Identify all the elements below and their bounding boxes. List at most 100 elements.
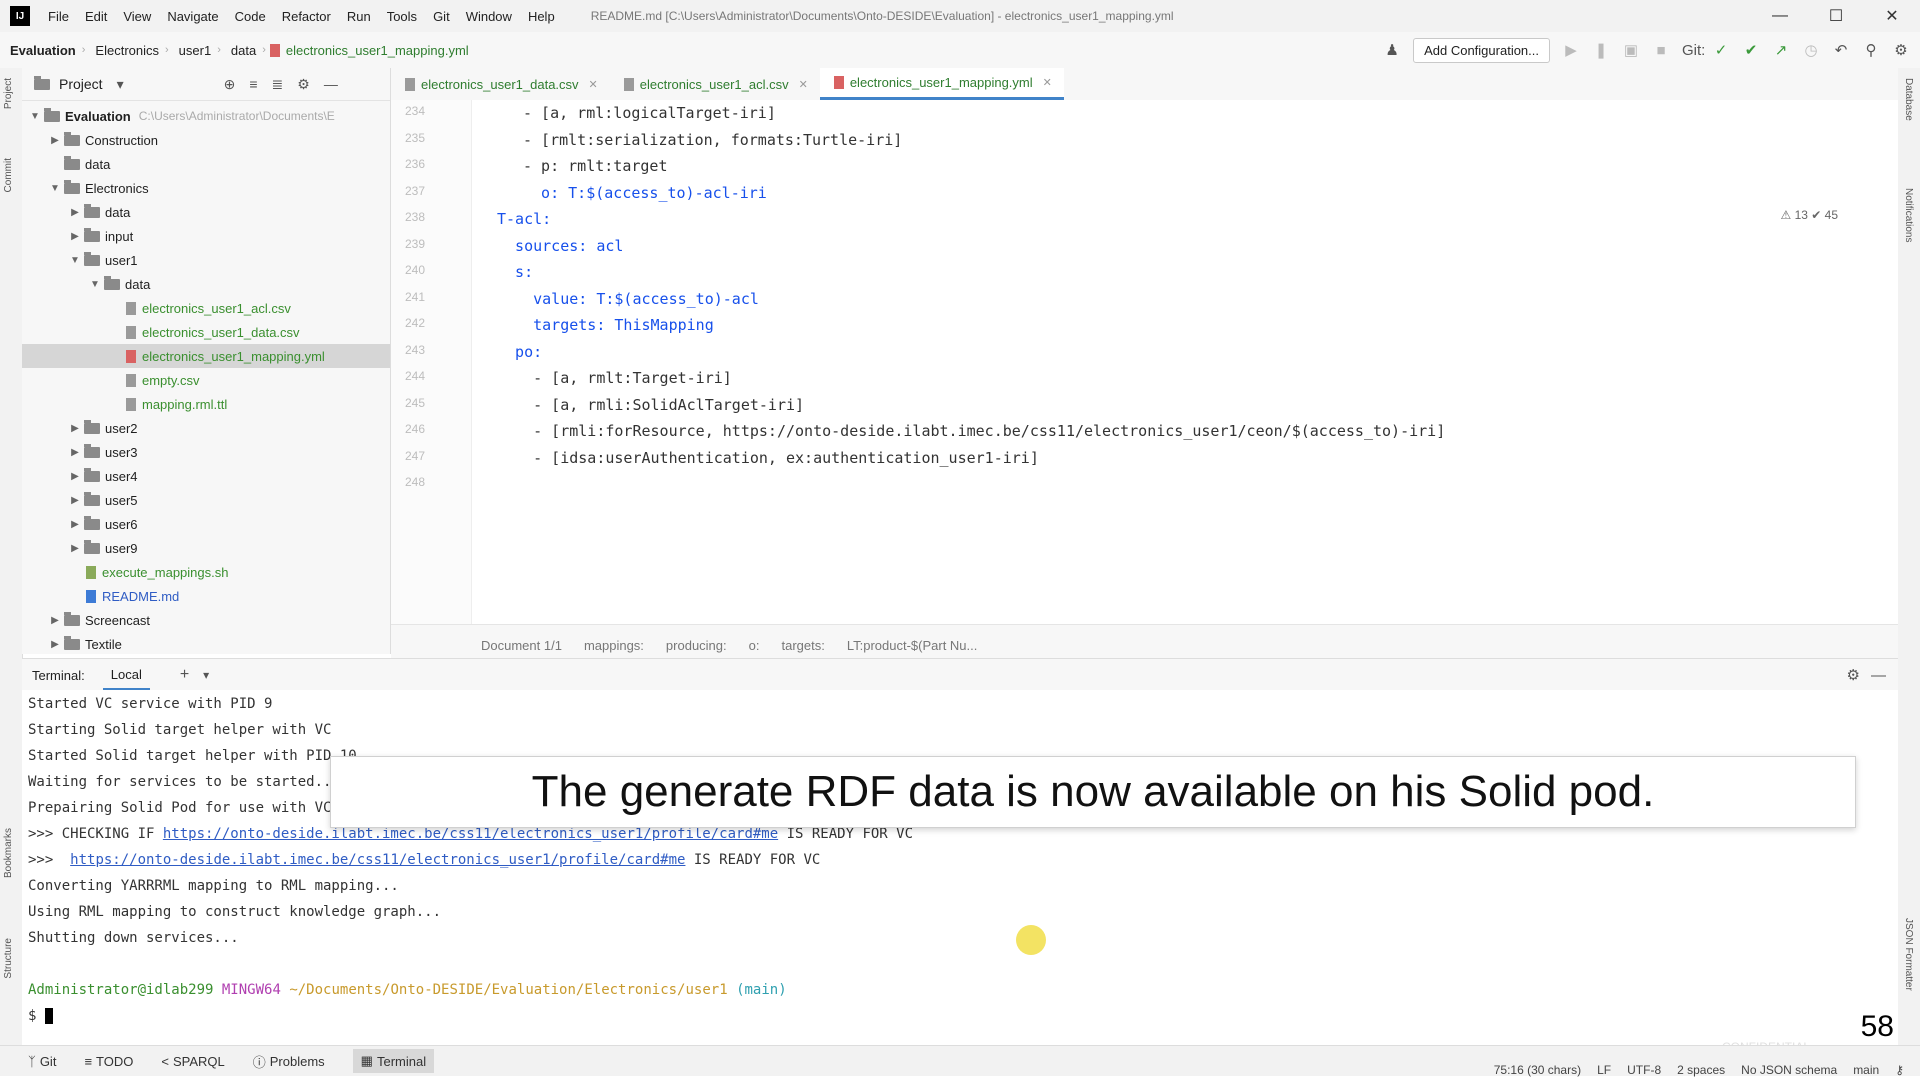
gear-icon[interactable]: ⚙ — [297, 76, 310, 93]
breadcrumb-o[interactable]: o: — [749, 638, 760, 653]
profile-link[interactable]: https://onto-deside.ilabt.imec.be/css11/… — [163, 826, 778, 842]
tree-item[interactable]: ▶ user6 — [22, 512, 390, 536]
chevron-right-icon[interactable]: ▶ — [68, 423, 82, 434]
line-separator[interactable]: LF — [1597, 1063, 1611, 1077]
expand-all-icon[interactable]: ≡ — [249, 76, 257, 92]
breadcrumb-mappings[interactable]: mappings: — [584, 638, 644, 653]
caret-position[interactable]: 75:16 (30 chars) — [1494, 1063, 1581, 1077]
chevron-right-icon[interactable]: ▶ — [48, 639, 62, 650]
menu-file[interactable]: File — [48, 9, 69, 24]
coverage-icon[interactable]: ▣ — [1622, 41, 1640, 59]
breadcrumb-targets[interactable]: targets: — [781, 638, 824, 653]
breadcrumb-evaluation[interactable]: Evaluation — [10, 43, 76, 58]
hide-panel-icon[interactable]: — — [1871, 667, 1886, 684]
close-icon[interactable]: ✕ — [589, 78, 598, 91]
tab-acl-csv[interactable]: electronics_user1_acl.csv ✕ — [610, 68, 820, 100]
tree-item[interactable]: ▶ data — [22, 200, 390, 224]
close-button[interactable]: ✕ — [1864, 0, 1920, 32]
menu-code[interactable]: Code — [235, 9, 266, 24]
chevron-right-icon[interactable]: ▶ — [68, 447, 82, 458]
add-tab-icon[interactable]: + — [180, 666, 189, 684]
terminal-output[interactable]: Started VC service with PID 9 Starting S… — [22, 690, 1898, 1045]
terminal-tab-local[interactable]: Local — [102, 661, 150, 690]
tree-item[interactable]: ▶ Textile — [22, 632, 390, 654]
tree-item[interactable]: ▶ user4 — [22, 464, 390, 488]
debug-icon[interactable]: ❚ — [1592, 41, 1610, 59]
menu-run[interactable]: Run — [347, 9, 371, 24]
project-view-selector[interactable]: Project — [59, 76, 103, 92]
inspection-status[interactable]: ⚠ 13 ✔ 45 — [1780, 208, 1838, 222]
code-editor[interactable]: 234 235 236 237 238 239 240 241 242 243 244 245 246 2… — [391, 100, 1898, 624]
stop-icon[interactable]: ■ — [1652, 42, 1670, 59]
tree-item[interactable]: electronics_user1_mapping.yml — [22, 344, 390, 368]
menu-view[interactable]: View — [123, 9, 151, 24]
collapse-all-icon[interactable]: ≣ — [272, 76, 284, 93]
tree-item[interactable]: README.md — [22, 584, 390, 608]
maximize-button[interactable]: ☐ — [1808, 0, 1864, 32]
tree-item[interactable]: empty.csv — [22, 368, 390, 392]
chevron-down-icon[interactable]: ▼ — [48, 183, 62, 194]
tree-item[interactable]: data — [22, 152, 390, 176]
tree-item[interactable]: execute_mappings.sh — [22, 560, 390, 584]
profile-link[interactable]: https://onto-deside.ilabt.imec.be/css11/… — [70, 852, 685, 868]
menu-navigate[interactable]: Navigate — [167, 9, 218, 24]
tree-root[interactable]: ▼ Evaluation C:\Users\Administrator\Docu… — [22, 104, 390, 128]
indent-setting[interactable]: 2 spaces — [1677, 1063, 1725, 1077]
add-configuration-button[interactable]: Add Configuration... — [1413, 37, 1550, 63]
breadcrumb-user1[interactable]: user1 — [179, 43, 212, 58]
git-commit-icon[interactable]: ✔ — [1742, 41, 1760, 59]
tree-item[interactable]: ▶ Screencast — [22, 608, 390, 632]
breadcrumb-data[interactable]: data — [231, 43, 256, 58]
tab-mapping-yml[interactable]: electronics_user1_mapping.yml ✕ — [819, 68, 1064, 100]
tree-item[interactable]: ▼ Electronics — [22, 176, 390, 200]
git-update-icon[interactable]: ✓ — [1712, 41, 1730, 59]
chevron-right-icon[interactable]: ▶ — [68, 519, 82, 530]
user-icon[interactable]: ♟ — [1383, 41, 1401, 59]
breadcrumb-electronics[interactable]: Electronics — [95, 43, 159, 58]
chevron-right-icon[interactable]: ▶ — [68, 543, 82, 554]
git-push-icon[interactable]: ↗ — [1772, 41, 1790, 59]
tree-item[interactable]: ▶ input — [22, 224, 390, 248]
chevron-right-icon[interactable]: ▶ — [48, 615, 62, 626]
chevron-right-icon[interactable]: ▶ — [48, 135, 62, 146]
chevron-right-icon[interactable]: ▶ — [68, 231, 82, 242]
close-icon[interactable]: ✕ — [799, 78, 808, 91]
breadcrumb-mapping-file[interactable]: electronics_user1_mapping.yml — [286, 43, 469, 58]
search-icon[interactable]: ⚲ — [1862, 41, 1880, 59]
terminal-input-line[interactable]: $ — [28, 1008, 53, 1024]
settings-gear-icon[interactable]: ⚙ — [1892, 41, 1910, 59]
run-icon[interactable]: ▶ — [1562, 41, 1580, 59]
hide-panel-icon[interactable]: — — [324, 76, 338, 92]
history-icon[interactable]: ◷ — [1802, 41, 1820, 59]
tree-item[interactable]: ▼ user1 — [22, 248, 390, 272]
tree-item[interactable]: ▶ user2 — [22, 416, 390, 440]
json-schema[interactable]: No JSON schema — [1741, 1063, 1837, 1077]
chevron-down-icon[interactable]: ▾ — [117, 76, 124, 93]
tree-item[interactable]: ▶ user5 — [22, 488, 390, 512]
breadcrumb-producing[interactable]: producing: — [666, 638, 727, 653]
gear-icon[interactable]: ⚙ — [1847, 666, 1860, 684]
tree-item[interactable]: electronics_user1_acl.csv — [22, 296, 390, 320]
chevron-down-icon[interactable]: ▼ — [68, 255, 82, 266]
stripe-project[interactable]: Project — [3, 78, 14, 109]
tree-item[interactable]: ▶ Construction — [22, 128, 390, 152]
menu-tools[interactable]: Tools — [387, 9, 417, 24]
menu-refactor[interactable]: Refactor — [282, 9, 331, 24]
tree-item[interactable]: ▶ user9 — [22, 536, 390, 560]
breadcrumb-product[interactable]: LT:product-$(Part Nu... — [847, 638, 978, 653]
menu-git[interactable]: Git — [433, 9, 450, 24]
close-icon[interactable]: ✕ — [1043, 76, 1052, 89]
tree-item[interactable]: ▶ user3 — [22, 440, 390, 464]
menu-help[interactable]: Help — [528, 9, 555, 24]
tree-item[interactable]: electronics_user1_data.csv — [22, 320, 390, 344]
tab-data-csv[interactable]: electronics_user1_data.csv ✕ — [391, 68, 610, 100]
chevron-right-icon[interactable]: ▶ — [68, 495, 82, 506]
breadcrumb-document[interactable]: Document 1/1 — [481, 638, 562, 653]
menu-window[interactable]: Window — [466, 9, 512, 24]
rollback-icon[interactable]: ↶ — [1832, 41, 1850, 59]
chevron-right-icon[interactable]: ▶ — [68, 207, 82, 218]
tree-item[interactable]: ▼ data — [22, 272, 390, 296]
chevron-down-icon[interactable]: ▾ — [203, 668, 209, 682]
menu-edit[interactable]: Edit — [85, 9, 107, 24]
tree-item[interactable]: mapping.rml.ttl — [22, 392, 390, 416]
